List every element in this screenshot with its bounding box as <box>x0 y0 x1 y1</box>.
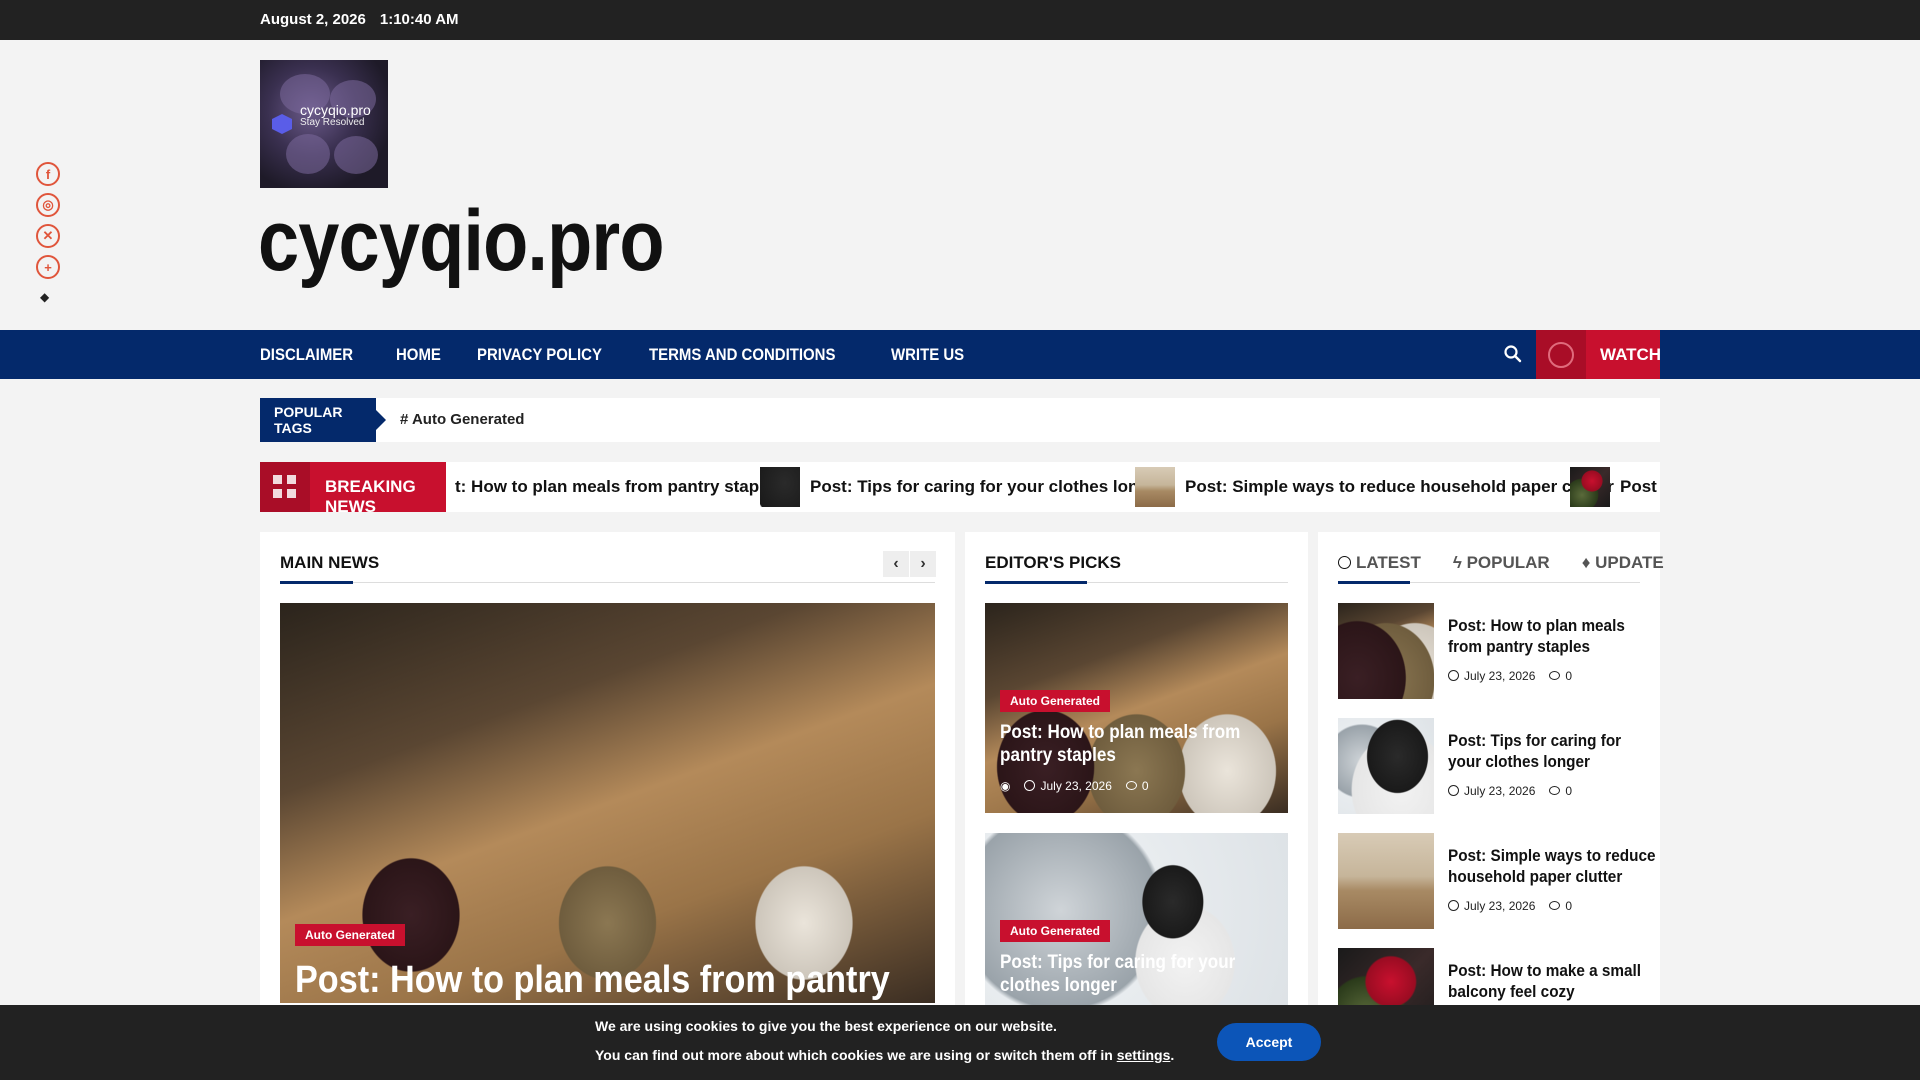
main-nav: DISCLAIMER HOME PRIVACY POLICY TERMS AND… <box>0 330 1920 379</box>
nav-disclaimer[interactable]: DISCLAIMER <box>260 345 353 365</box>
play-ring-icon <box>1548 342 1574 368</box>
cookie-consent-bar: We are using cookies to give you the bes… <box>0 1005 1920 1080</box>
list-item[interactable]: Post: Simple ways to reduce household pa… <box>1338 833 1658 929</box>
current-date: August 2, 2026 <box>260 11 366 28</box>
clock-icon <box>1448 670 1459 681</box>
slider-prev-button[interactable]: ‹ <box>883 551 909 577</box>
comment-icon <box>1549 901 1561 910</box>
x-icon[interactable]: ✕ <box>36 224 60 248</box>
ticker-item[interactable]: t: How to plan meals from pantry staples <box>455 462 783 512</box>
editors-picks-title: EDITOR'S PICKS <box>985 553 1121 572</box>
editors-pick-headline[interactable]: Post: How to plan meals from pantry stap… <box>1000 722 1279 768</box>
cookie-settings-link[interactable]: settings <box>1117 1047 1171 1063</box>
more-icon[interactable]: + <box>36 255 60 279</box>
search-icon[interactable] <box>1503 343 1523 365</box>
social-share-bar: f ◎ ✕ + ◆ <box>36 162 60 304</box>
ticker-item[interactable]: Post <box>1570 462 1657 512</box>
nav-write-us[interactable]: WRITE US <box>891 345 964 365</box>
tab-update[interactable]: ♦ UPDATE <box>1582 553 1664 573</box>
nav-terms-and-conditions[interactable]: TERMS AND CONDITIONS <box>649 345 835 365</box>
tab-latest[interactable]: LATEST <box>1338 553 1421 573</box>
list-thumbnail[interactable] <box>1338 603 1434 699</box>
current-time: 1:10:40 AM <box>379 11 459 28</box>
comment-icon <box>1549 671 1561 680</box>
cookie-settings-text: You can find out more about which cookie… <box>595 1047 1175 1063</box>
nav-home[interactable]: HOME <box>396 345 441 365</box>
ticker-item[interactable]: Post: Tips for caring for your clothes l… <box>760 462 1165 512</box>
cookie-message: We are using cookies to give you the bes… <box>595 1018 1057 1034</box>
slider-next-button[interactable]: › <box>910 551 936 577</box>
bolt-icon: ϟ <box>1452 553 1467 572</box>
breaking-news-ticker: t: How to plan meals from pantry staples… <box>260 462 1660 512</box>
hide-share-icon[interactable]: ◆ <box>40 290 60 304</box>
instagram-icon[interactable]: ◎ <box>36 193 60 217</box>
category-badge[interactable]: Auto Generated <box>1000 690 1111 712</box>
category-badge[interactable]: Auto Generated <box>1000 920 1111 942</box>
flame-icon: ♦ <box>1581 553 1596 572</box>
logo-tagline: Stay Resolved <box>300 117 365 128</box>
popular-tags-label: POPULAR TAGS <box>260 398 386 442</box>
popular-tags-bar: POPULAR TAGS # Auto Generated <box>260 398 1660 442</box>
comment-icon <box>1549 786 1561 795</box>
facebook-icon[interactable]: f <box>36 162 60 186</box>
watch-label: WATCH <box>1600 345 1662 364</box>
logo-text: cycyqio.pro <box>300 102 371 118</box>
category-badge[interactable]: Auto Generated <box>295 924 406 946</box>
clock-icon <box>1338 556 1351 569</box>
main-news-title: MAIN NEWS <box>280 553 380 572</box>
author-icon[interactable]: ◉ <box>1000 779 1010 793</box>
ticker-thumbnail <box>1135 467 1175 507</box>
logo-hexagon-icon <box>272 114 292 134</box>
site-title[interactable]: cycyqio.pro <box>258 198 665 284</box>
site-logo[interactable]: cycyqio.pro Stay Resolved <box>260 60 388 188</box>
ticker-thumbnail <box>760 467 800 507</box>
nav-privacy-policy[interactable]: PRIVACY POLICY <box>477 345 602 365</box>
top-bar: August 2, 2026 1:10:40 AM <box>0 0 1920 40</box>
clock-icon <box>1024 780 1036 791</box>
tag-auto-generated[interactable]: # Auto Generated <box>400 411 524 428</box>
sidebar-tabs: LATEST ϟ POPULAR ♦ UPDATE <box>1338 553 1664 573</box>
list-thumbnail[interactable] <box>1338 833 1434 929</box>
ticker-thumbnail <box>1570 467 1610 507</box>
ticker-item[interactable]: Post: Simple ways to reduce household pa… <box>1135 462 1614 512</box>
editors-pick-meta: ◉ July 23, 2026 0 <box>1000 779 1149 793</box>
grid-icon <box>260 462 310 512</box>
list-thumbnail[interactable] <box>1338 718 1434 814</box>
list-item[interactable]: Post: How to plan meals from pantry stap… <box>1338 603 1658 699</box>
list-item[interactable]: Post: Tips for caring for your clothes l… <box>1338 718 1658 814</box>
tab-popular[interactable]: ϟ POPULAR <box>1453 553 1550 573</box>
watch-button[interactable]: WATCH <box>1536 330 1662 379</box>
cookie-accept-button[interactable]: Accept <box>1217 1023 1321 1061</box>
editors-pick-headline[interactable]: Post: Tips for caring for your clothes l… <box>1000 952 1279 998</box>
clock-icon <box>1448 900 1459 911</box>
comment-icon <box>1125 781 1137 790</box>
breaking-news-label: BREAKING NEWS <box>260 462 446 512</box>
clock-icon <box>1448 785 1459 796</box>
